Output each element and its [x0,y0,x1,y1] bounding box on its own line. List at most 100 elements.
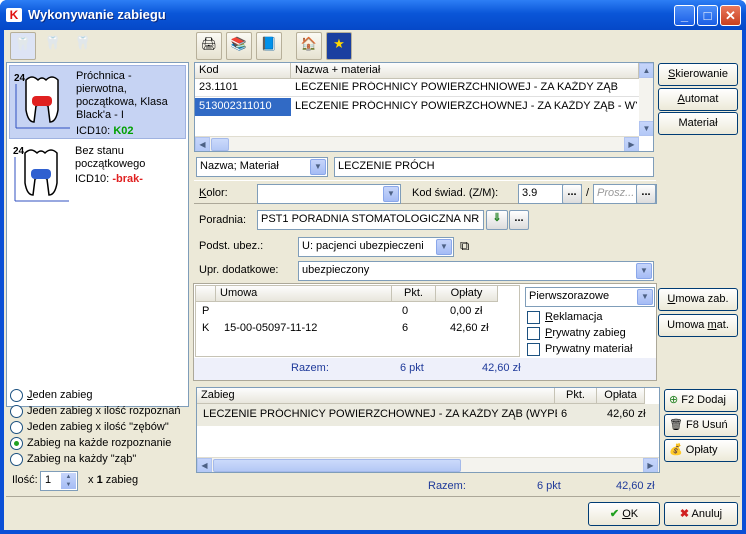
cell-kod: 513002311010 [195,98,291,116]
column-header[interactable]: Zabieg [197,388,555,404]
table-row[interactable]: P 0 0,00 zł [196,304,516,320]
table-row[interactable]: K 15-00-05097-11-12 6 42,60 zł [196,321,516,337]
window-title: Wykonywanie zabiegu [28,7,166,22]
kod-swiad-label: Kod świad. (Z/M): [412,187,499,199]
radio-label: Jeden zabieg x ilość rozpoznań [27,405,181,417]
scroll-up-icon[interactable]: ▲ [639,63,653,78]
tooth-color-icon[interactable]: 🦷 [40,32,66,60]
maximize-button[interactable]: □ [697,5,718,26]
poradnia-download-icon[interactable]: ⇓ [486,210,508,230]
cell-pkt: 0 [402,305,409,317]
cell-umowa: 15-00-05097-11-12 [224,322,318,334]
column-header[interactable]: Kod [195,63,291,79]
umowa-mat-button[interactable]: Umowa mat. [658,314,738,337]
column-header[interactable]: Pkt. [392,286,436,302]
scroll-thumb[interactable] [211,138,229,151]
column-header[interactable]: Umowa [216,286,392,302]
dialog-body: 🦷 🦷 🦷 24 Próchnica - pierwotna, początko… [4,30,742,530]
razem-pkt: 6 pkt [400,362,424,374]
horizontal-scrollbar[interactable]: ◀ ▶ [197,457,659,472]
usun-button[interactable]: 🗑 F8 Usuń [664,414,738,437]
copy-icon[interactable]: ⧉ [460,238,469,254]
column-header[interactable]: Nazwa + materiał [291,63,639,79]
poradnia-browse-button[interactable]: ... [509,210,529,230]
table-row[interactable]: 513002311010 LECZENIE PRÓCHNICY POWIERZC… [195,98,639,116]
diagnosis-card[interactable]: 24 Bez stanu początkowego ICD10: -brak- [9,141,186,205]
search-mode-select[interactable]: Nazwa; Materiał ▼ [196,157,328,177]
icd-code: -brak- [112,173,143,185]
chevron-down-icon[interactable]: ▼ [636,263,652,279]
separator: / [586,187,590,199]
radio-label: Jeden zabieg [27,389,93,401]
vertical-scrollbar[interactable]: ▲ ▼ [639,63,653,136]
radio-x-zebow[interactable] [10,421,23,434]
material-button[interactable]: Materiał [658,112,738,135]
close-button[interactable]: ✕ [720,5,741,26]
table-row[interactable]: 23.1101 LECZENIE PRÓCHNICY POWIERZCHNIOW… [195,79,639,97]
column-header[interactable]: Opłata [597,388,645,404]
radio-label: Zabieg na każde rozpoznanie [27,437,172,449]
kod-swiad-material-browse-button[interactable]: ... [636,184,656,204]
print-icon[interactable]: 🖨 [196,32,222,60]
column-header[interactable]: Pkt. [555,388,597,404]
ok-button[interactable]: ✔ OK [588,502,660,526]
home-icon[interactable]: 🏠 [296,32,322,60]
upr-dod-select[interactable]: ubezpieczony ▼ [298,261,654,281]
prywatny-zabieg-checkbox[interactable] [527,327,540,340]
radio-kazdy-zab[interactable] [10,453,23,466]
books-icon[interactable]: 📘 [256,32,282,60]
razem-pkt: 6 pkt [537,480,561,492]
tooth-info-icon[interactable]: 🦷 [70,32,96,60]
skierowanie-button[interactable]: Skierowanie [658,63,738,86]
checkbox-label: Reklamacja [545,311,603,323]
table-row[interactable]: LECZENIE PRÓCHNICY POWIERZCHOWNEJ - ZA K… [197,404,659,426]
poradnia-input[interactable]: PST1 PORADNIA STOMATOLOGICZNA NR 1 [257,210,484,230]
oplaty-button[interactable]: 💰 Opłaty [664,439,738,462]
razem-label: Razem: [291,362,329,374]
diagnosis-card[interactable]: 24 Próchnica - pierwotna, początkowa, Kl… [9,65,186,139]
procedures-table[interactable]: Kod Nazwa + materiał ▲ ▼ 23.1101 LECZENI… [194,62,654,152]
cell-nazwa: LECZENIE PRÓCHNICY POWIERZCHOWNEJ - ZA K… [295,100,637,112]
dodaj-button[interactable]: ⊕ F2 Dodaj [664,389,738,412]
radio-jeden-zabieg[interactable] [10,389,23,402]
tooth-select-icon[interactable]: 🦷 [10,32,36,60]
title-bar[interactable]: K Wykonywanie zabiegu _ □ ✕ [0,0,746,30]
tooth-diagram-icon: 24 [13,146,69,202]
scroll-left-icon[interactable]: ◀ [195,137,210,151]
minimize-button[interactable]: _ [674,5,695,26]
eu-flag-icon[interactable]: ★ [326,32,352,60]
chevron-down-icon[interactable]: ▼ [436,239,452,255]
cell-pkt: 6 [561,408,568,420]
scroll-right-icon[interactable]: ▶ [624,137,639,151]
chevron-down-icon[interactable]: ▼ [637,289,653,305]
chevron-down-icon[interactable]: ▼ [310,159,326,175]
priority-select[interactable]: Pierwszorazowe ▼ [525,287,655,307]
anuluj-button[interactable]: ✖ Anuluj [664,502,738,526]
column-header[interactable]: Opłaty [436,286,498,302]
razem-oplata: 42,60 zł [616,480,655,492]
scroll-thumb[interactable] [213,459,461,472]
kolor-label: Kolor: [199,187,228,199]
scroll-down-icon[interactable]: ▼ [639,121,653,136]
chevron-down-icon[interactable]: ▼ [383,186,399,202]
horizontal-scrollbar[interactable]: ◀ ▶ [195,136,639,151]
kod-swiad-browse-button[interactable]: ... [562,184,582,204]
scroll-right-icon[interactable]: ▶ [643,458,658,472]
search-input[interactable]: LECZENIE PRÓCH [334,157,654,177]
prywatny-material-checkbox[interactable] [527,343,540,356]
reklamacja-checkbox[interactable] [527,311,540,324]
svg-text:24: 24 [13,146,25,157]
radio-x-rozpoznan[interactable] [10,405,23,418]
ilosc-stepper[interactable]: 1 ▲ ▼ [40,471,78,491]
radio-kazde-rozpoznanie[interactable] [10,437,23,450]
diagnosis-description: Bez stanu początkowego [75,145,146,170]
podst-ubez-select[interactable]: U: pacjenci ubezpieczeni ▼ [298,237,454,257]
scroll-left-icon[interactable]: ◀ [197,458,212,472]
contracts-table[interactable]: Umowa Pkt. Opłaty P 0 0,00 zł K 15-00-05… [195,285,520,357]
zabiegi-table[interactable]: Zabieg Pkt. Opłata LECZENIE PRÓCHNICY PO… [196,387,660,473]
icd-code: K02 [113,125,134,137]
kolor-select[interactable]: ▼ [257,184,401,204]
umowa-zab-button[interactable]: Umowa zab. [658,288,738,311]
automat-button[interactable]: Automat [658,88,738,111]
stack-icon[interactable]: 📚 [226,32,252,60]
